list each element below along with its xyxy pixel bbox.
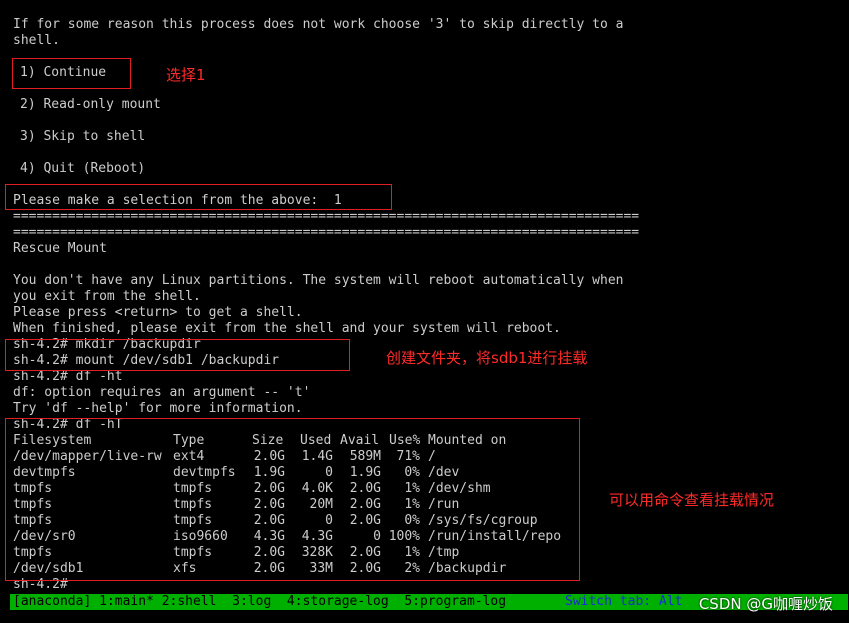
option-quit-reboot[interactable]: 4) Quit (Reboot) [20,161,145,177]
intro-line-1: If for some reason this process does not… [13,17,624,32]
rescue-mount-title: Rescue Mount [13,241,107,256]
rescue-message-3: Please press <return> to get a shell. [13,305,303,320]
annotation-df: 可以用命令查看挂载情况 [609,491,775,509]
annotation-select-1: 选择1 [166,66,206,84]
df-error-line-2: Try 'df --help' for more information. [13,401,303,416]
csdn-watermark: CSDN @G咖喱炒饭 [698,595,833,613]
intro-line-2: shell. [13,33,60,48]
status-bar-switch-hint: Switch tab: Alt [565,594,683,609]
option-read-only-mount[interactable]: 2) Read-only mount [20,97,161,113]
highlight-box-mount [5,339,350,371]
df-error-line-1: df: option requires an argument -- 't' [13,385,311,400]
highlight-box-selection [5,184,392,210]
separator-line-2: ========================================… [13,225,640,240]
separator-line-1: ========================================… [13,209,640,224]
shell-command-df-ht: sh-4.2# df -ht [13,369,123,384]
option-skip-to-shell[interactable]: 3) Skip to shell [20,129,145,145]
rescue-message-1: You don't have any Linux partitions. The… [13,273,624,288]
status-bar-tabs[interactable]: [anaconda] 1:main* 2:shell 3:log 4:stora… [13,594,506,610]
annotation-mount: 创建文件夹，将sdb1进行挂载 [386,349,588,367]
highlight-box-continue [12,58,131,89]
rescue-message-2: you exit from the shell. [13,289,201,304]
highlight-box-df [5,418,580,581]
rescue-message-4: When finished, please exit from the shel… [13,321,561,336]
